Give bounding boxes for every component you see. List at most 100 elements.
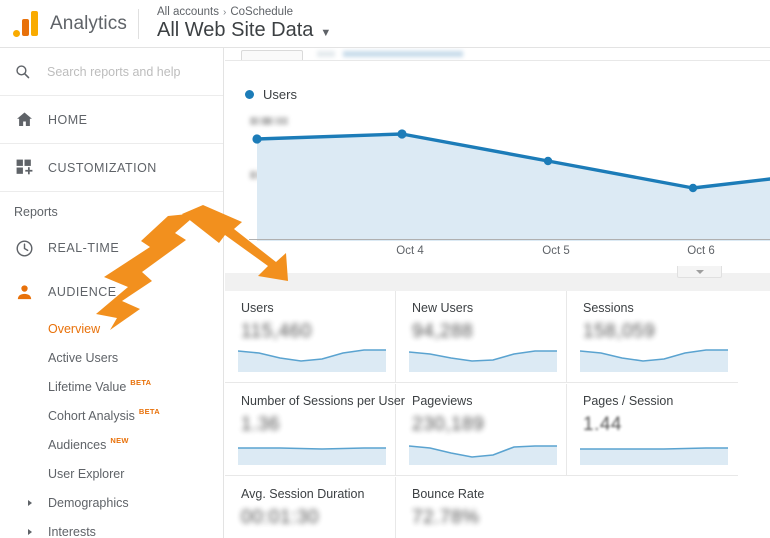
sidebar-item-lifetime-value[interactable]: Lifetime Value BETA <box>0 372 223 401</box>
x-axis-tick: Oct 5 <box>542 245 570 257</box>
metric-value: 72.78% <box>412 507 480 528</box>
metric-card-new-users[interactable]: New Users 94,288 <box>396 291 567 383</box>
metric-title: Bounce Rate <box>412 487 485 501</box>
metric-card-row: Avg. Session Duration 00:01:30 Bounce Ra… <box>225 477 770 538</box>
x-axis: Oct 4 Oct 5 Oct 6 <box>249 241 770 263</box>
toolbar-button[interactable] <box>241 50 303 60</box>
metric-title: Pageviews <box>412 394 473 408</box>
legend-label: Users <box>263 87 297 102</box>
search-input[interactable]: Search reports and help <box>0 48 223 96</box>
chart-point <box>397 129 407 139</box>
metric-card-sessions[interactable]: Sessions 158,059 <box>567 291 738 383</box>
sparkline <box>580 342 728 372</box>
analytics-bars-icon <box>12 10 42 38</box>
metric-title: Avg. Session Duration <box>241 487 365 501</box>
sidebar-item-audience[interactable]: AUDIENCE <box>0 270 223 314</box>
beta-badge: BETA <box>130 378 152 387</box>
chart-point <box>543 156 553 166</box>
sidebar-item-overview[interactable]: Overview <box>0 314 223 343</box>
metric-title: Users <box>241 301 274 315</box>
metric-value: 94,288 <box>412 321 474 342</box>
brand[interactable]: Analytics <box>0 10 136 38</box>
metric-card-empty <box>567 477 738 538</box>
sidebar-item-interests[interactable]: Interests <box>0 517 223 538</box>
x-axis-line <box>249 239 770 240</box>
metric-value: 230,189 <box>412 414 485 435</box>
chart-point <box>688 183 698 193</box>
breadcrumb-root[interactable]: All accounts <box>157 6 219 18</box>
beta-badge: BETA <box>138 407 160 416</box>
sidebar-item-home[interactable]: HOME <box>0 96 223 144</box>
x-axis-tick: Oct 6 <box>687 245 715 257</box>
chart-legend[interactable]: Users <box>245 87 297 102</box>
sidebar-item-audiences[interactable]: Audiences NEW <box>0 430 223 459</box>
sidebar-item-user-explorer[interactable]: User Explorer <box>0 459 223 488</box>
metric-card-row: Users 115,460 New Users 94,288 Sessions … <box>225 291 770 383</box>
sparkline <box>409 435 557 465</box>
sidebar-subitem-label: Cohort Analysis <box>48 408 135 423</box>
sidebar-subitem-label: Audiences <box>48 437 107 452</box>
users-chart-card: Users ··· Oct 4 Oct 5 Oct 6 <box>225 61 770 273</box>
brand-name: Analytics <box>50 12 127 34</box>
metric-card-avg-session-duration[interactable]: Avg. Session Duration 00:01:30 <box>225 477 396 538</box>
select-metric-link-obscured[interactable] <box>343 51 463 57</box>
metric-card-sessions-per-user[interactable]: Number of Sessions per User 1.36 <box>225 384 405 476</box>
sidebar-item-label: CUSTOMIZATION <box>48 160 157 175</box>
x-axis-tick: Oct 4 <box>396 245 424 257</box>
sparkline <box>409 528 557 538</box>
home-icon <box>14 110 34 130</box>
metric-cards: Users 115,460 New Users 94,288 Sessions … <box>225 291 770 538</box>
collapse-chart-button[interactable] <box>677 266 722 278</box>
toolbar-obscured-text <box>317 51 335 57</box>
metric-value: 1.44 <box>583 414 622 435</box>
main-content: Users ··· Oct 4 Oct 5 Oct 6 Users 115,46… <box>225 48 770 538</box>
sidebar-subitem-label: User Explorer <box>48 466 125 481</box>
breadcrumb-account[interactable]: CoSchedule <box>230 6 293 18</box>
chevron-down-icon: ▼ <box>320 26 332 39</box>
metric-title: Sessions <box>583 301 634 315</box>
metric-card-row: Number of Sessions per User 1.36 Pagevie… <box>225 384 770 476</box>
sparkline <box>238 342 386 372</box>
metric-card-bounce-rate[interactable]: Bounce Rate 72.78% <box>396 477 567 538</box>
search-placeholder: Search reports and help <box>47 64 181 79</box>
sidebar-subitem-label: Active Users <box>48 350 119 365</box>
person-icon <box>14 282 34 302</box>
clock-icon <box>14 238 34 258</box>
sparkline <box>238 528 386 538</box>
sidebar-item-real-time[interactable]: REAL-TIME <box>0 226 223 270</box>
breadcrumb-separator-icon: › <box>223 6 227 18</box>
property-name: All Web Site Data <box>157 18 314 41</box>
sidebar-item-customization[interactable]: CUSTOMIZATION <box>0 144 223 192</box>
sidebar-item-label: AUDIENCE <box>48 285 117 299</box>
chart-point <box>252 134 262 144</box>
top-bar: Analytics All accounts › CoSchedule All We… <box>0 0 770 48</box>
sidebar-item-label: HOME <box>48 112 88 127</box>
report-toolbar-clipped <box>225 48 770 61</box>
metric-title: New Users <box>412 301 474 315</box>
sidebar-subitem-label: Demographics <box>48 495 129 510</box>
sidebar-item-demographics[interactable]: Demographics <box>0 488 223 517</box>
sidebar-subitem-label: Overview <box>48 321 101 336</box>
metric-card-pageviews[interactable]: Pageviews 230,189 <box>396 384 567 476</box>
expand-triangle-icon <box>28 499 32 506</box>
line-chart-plot <box>249 113 770 241</box>
sparkline <box>238 435 386 465</box>
sidebar-item-cohort-analysis[interactable]: Cohort Analysis BETA <box>0 401 223 430</box>
analytics-audience-overview-screen: Analytics All accounts › CoSchedule All We… <box>0 0 770 538</box>
metric-card-users[interactable]: Users 115,460 <box>225 291 396 383</box>
chart-svg <box>252 129 770 241</box>
metric-card-pages-per-session[interactable]: Pages / Session 1.44 <box>567 384 738 476</box>
chevron-down-icon <box>695 269 704 274</box>
metric-title: Number of Sessions per User <box>241 394 405 408</box>
property-selector[interactable]: All Web Site Data ▼ <box>157 19 331 42</box>
divider <box>138 8 139 39</box>
legend-color-swatch <box>245 90 254 99</box>
metric-title: Pages / Session <box>583 394 674 408</box>
metric-value: 00:01:30 <box>241 507 319 528</box>
account-selector[interactable]: All accounts › CoSchedule All Web Site Dat… <box>149 6 331 42</box>
sidebar: Search reports and help HOME CUSTOMIZATI… <box>0 48 224 538</box>
sidebar-item-active-users[interactable]: Active Users <box>0 343 223 372</box>
breadcrumb: All accounts › CoSchedule <box>157 6 331 18</box>
metric-value: 115,460 <box>241 321 312 342</box>
metric-value: 158,059 <box>583 321 656 342</box>
